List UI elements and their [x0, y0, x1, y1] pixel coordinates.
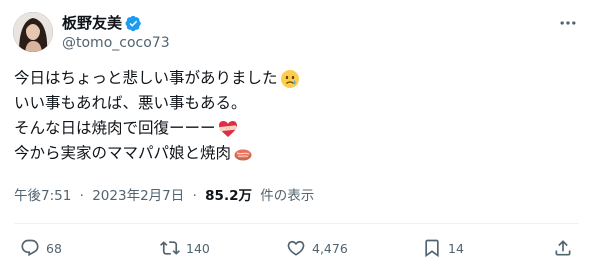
post-line: 今から実家のママパパ娘と焼肉: [14, 141, 574, 166]
repost-count: 140: [186, 240, 210, 256]
crying-face-emoji-icon: [280, 69, 300, 89]
share-button[interactable]: [553, 234, 573, 262]
bookmark-button[interactable]: 14: [422, 234, 464, 262]
post-time[interactable]: 午後7:51: [14, 188, 71, 204]
repost-icon: [160, 241, 180, 255]
display-name[interactable]: 板野友美: [62, 13, 122, 33]
post-text: 今日はちょっと悲しい事がありました いい事もあれば、悪い事もある。 そんな日は焼…: [14, 66, 574, 166]
post-line-text: 今から実家のママパパ娘と焼肉: [14, 144, 232, 162]
views-label: 件の表示: [260, 188, 315, 204]
avatar[interactable]: [13, 12, 53, 52]
views-count: 85.2万: [205, 188, 252, 204]
verified-badge-icon: [125, 15, 142, 32]
post-date[interactable]: 2023年2月7日: [92, 188, 184, 204]
more-options-button[interactable]: [557, 12, 579, 34]
tweet-card: 板野友美 @tomo_coco73 今日はちょっと悲しい事がありました いい事も…: [0, 0, 593, 272]
meta-separator: ·: [79, 188, 84, 204]
reply-count: 68: [46, 240, 62, 256]
post-line-text: 今日はちょっと悲しい事がありました: [14, 69, 278, 87]
post-line-text: いい事もあれば、悪い事もある。: [14, 94, 247, 112]
post-line: そんな日は焼肉で回復ーーー: [14, 116, 574, 141]
post-line-text: そんな日は焼肉で回復ーーー: [14, 119, 216, 137]
action-bar: 68 140 4,476 14: [0, 234, 593, 262]
post-meta: 午後7:51 · 2023年2月7日 · 85.2万 件の表示: [14, 186, 314, 206]
reply-icon: [21, 239, 39, 257]
meat-emoji-icon: [233, 144, 253, 164]
reply-button[interactable]: 68: [20, 234, 62, 262]
author-name-row: 板野友美: [62, 13, 142, 33]
bookmark-count: 14: [448, 240, 464, 256]
post-line: いい事もあれば、悪い事もある。: [14, 91, 574, 116]
heart-with-bandage-emoji-icon: [218, 119, 238, 139]
repost-button[interactable]: 140: [160, 234, 210, 262]
more-horizontal-icon: [560, 21, 576, 25]
meta-separator: ·: [192, 188, 197, 204]
share-icon: [555, 240, 571, 256]
bookmark-icon: [425, 239, 439, 258]
author-handle[interactable]: @tomo_coco73: [62, 34, 170, 52]
heart-icon: [287, 240, 305, 256]
divider: [14, 223, 579, 224]
like-button[interactable]: 4,476: [286, 234, 348, 262]
like-count: 4,476: [312, 240, 348, 256]
post-line: 今日はちょっと悲しい事がありました: [14, 66, 574, 91]
